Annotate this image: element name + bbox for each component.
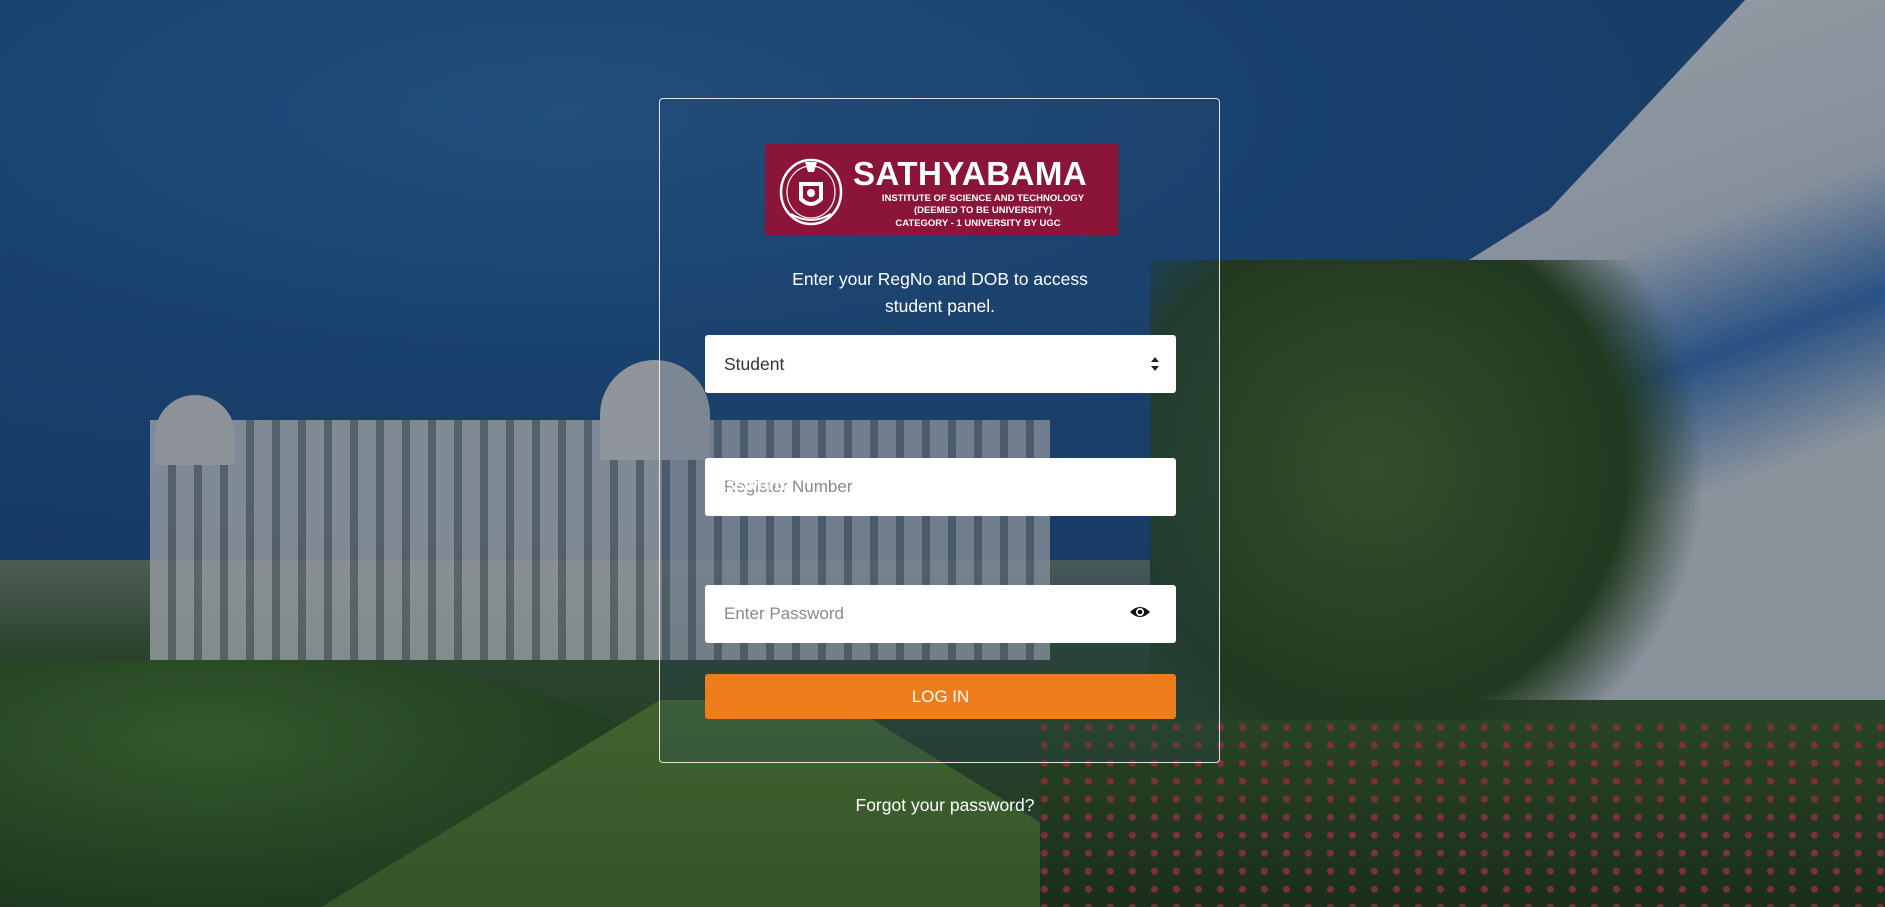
login-button[interactable]: LOG IN [705, 674, 1176, 719]
logo-category: CATEGORY - 1 UNIVERSITY BY UGC [895, 218, 1061, 229]
password-input[interactable] [705, 585, 1176, 643]
logo-subtitle-line1: INSTITUTE OF SCIENCE AND TECHNOLOGY [881, 193, 1085, 204]
password-label: Password [705, 475, 786, 494]
logo-subtitle: INSTITUTE OF SCIENCE AND TECHNOLOGY (DEE… [853, 193, 1113, 217]
eye-icon[interactable] [1129, 604, 1151, 620]
forgot-password-link[interactable]: Forgot your password? [800, 795, 1090, 816]
login-page: SATHYABAMA INSTITUTE OF SCIENCE AND TECH… [0, 0, 1885, 907]
register-number-label: Register Number [705, 372, 842, 391]
login-card: SATHYABAMA INSTITUTE OF SCIENCE AND TECH… [659, 98, 1220, 763]
intro-text: Enter your RegNo and DOB to access stude… [760, 266, 1120, 320]
logo-subtitle-line2: (DEEMED TO BE UNIVERSITY) [913, 205, 1053, 216]
intro-line-2: student panel. [885, 296, 995, 316]
intro-line-1: Enter your RegNo and DOB to access [792, 269, 1088, 289]
select-arrows-icon [1151, 357, 1159, 371]
logo-title: SATHYABAMA [853, 155, 1088, 192]
crest-icon [779, 158, 843, 226]
university-logo: SATHYABAMA INSTITUTE OF SCIENCE AND TECH… [765, 144, 1118, 235]
